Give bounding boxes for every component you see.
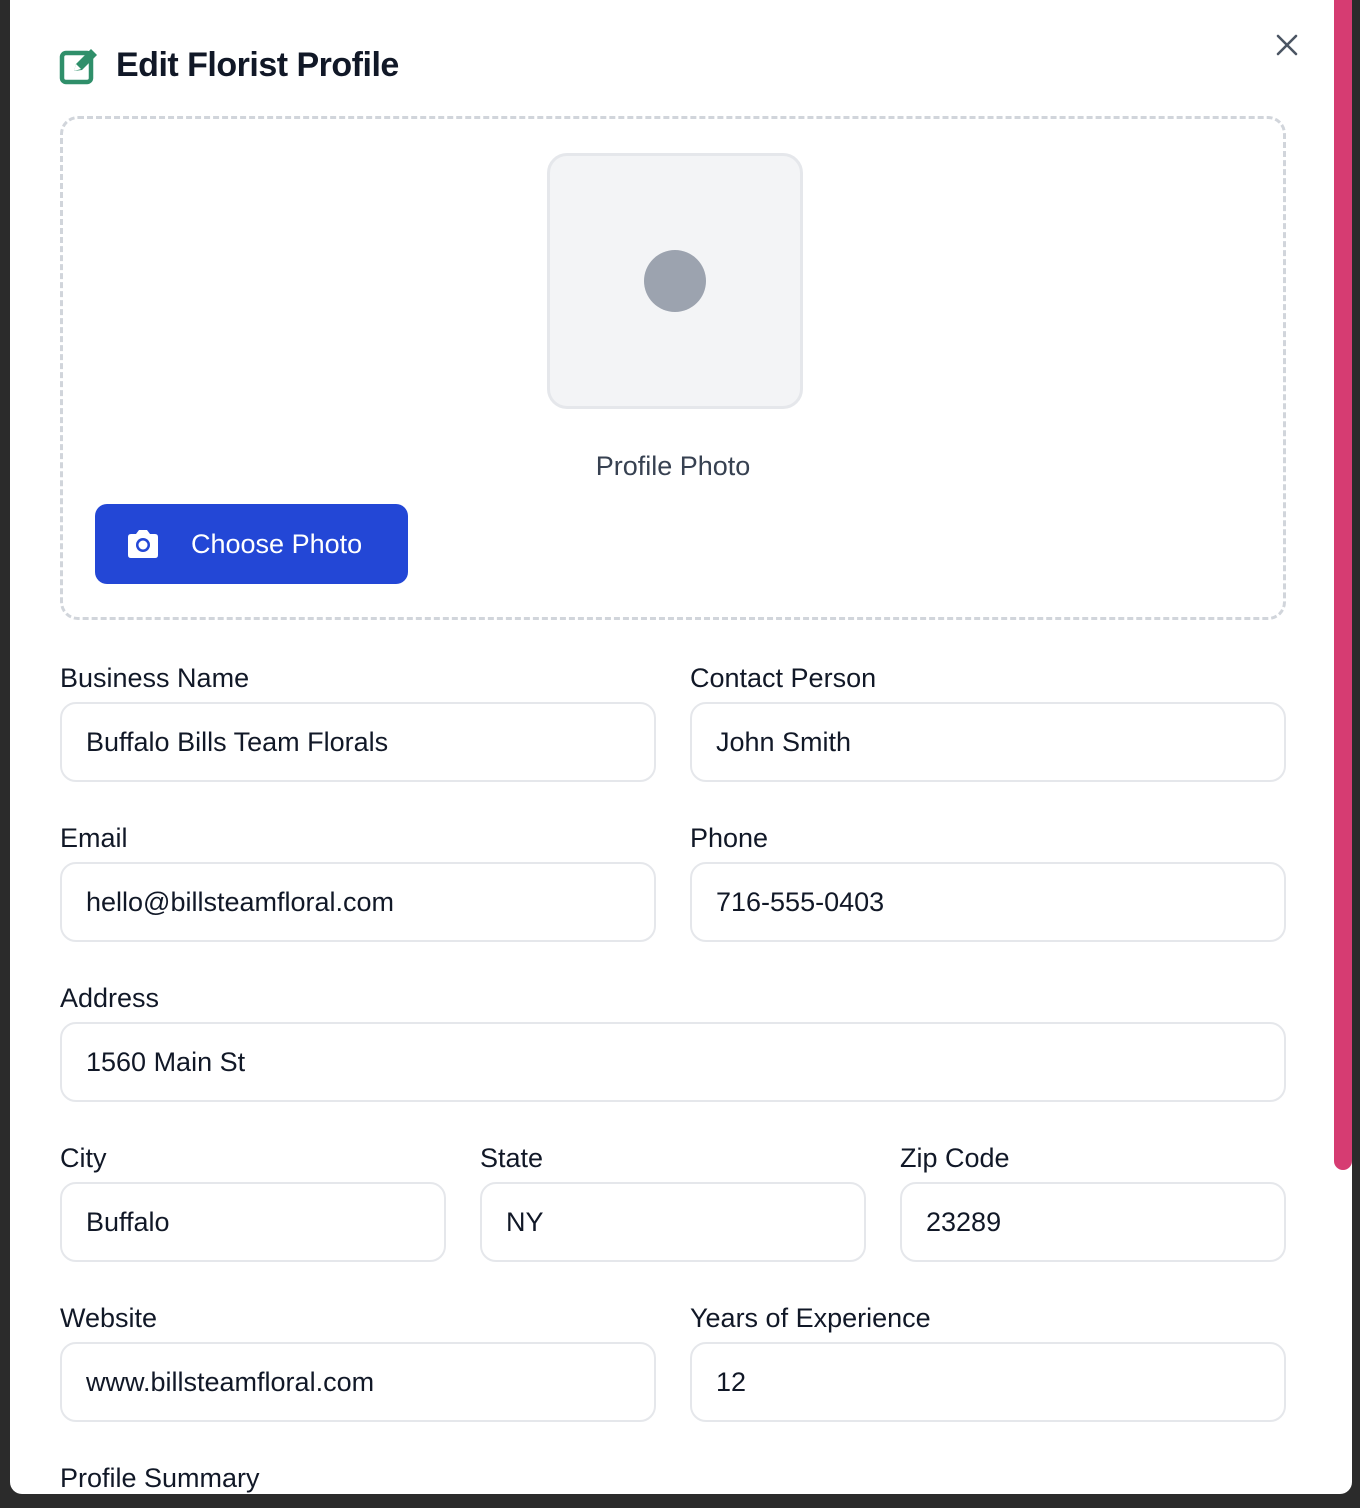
modal-header: Edit Florist Profile	[58, 40, 399, 90]
choose-photo-label: Choose Photo	[191, 528, 363, 559]
edit-profile-modal: Edit Florist Profile Profile Photo Choos…	[10, 0, 1352, 1494]
zip-code-field: Zip Code 23289	[900, 1138, 1286, 1262]
scrollbar-thumb[interactable]	[1334, 0, 1352, 1170]
city-input[interactable]: Buffalo	[60, 1182, 446, 1262]
email-input[interactable]: hello@billsteamfloral.com	[60, 862, 656, 942]
address-label: Address	[60, 983, 160, 1013]
avatar-placeholder-icon	[644, 250, 706, 312]
contact-person-input[interactable]: John Smith	[690, 702, 1286, 782]
profile-summary-field: Profile Summary	[60, 1458, 1286, 1494]
phone-input[interactable]: 716-555-0403	[690, 862, 1286, 942]
zip-code-input[interactable]: 23289	[900, 1182, 1286, 1262]
state-input[interactable]: NY	[480, 1182, 866, 1262]
address-field: Address 1560 Main St	[60, 978, 1286, 1102]
city-field: City Buffalo	[60, 1138, 446, 1262]
experience-label: Years of Experience	[690, 1303, 931, 1333]
contact-person-label: Contact Person	[690, 663, 877, 693]
address-input[interactable]: 1560 Main St	[60, 1022, 1286, 1102]
city-label: City	[60, 1143, 107, 1173]
camera-icon	[128, 530, 158, 558]
edit-icon	[59, 49, 97, 85]
business-name-field: Business Name Buffalo Bills Team Florals	[60, 658, 656, 782]
choose-photo-button[interactable]: Choose Photo	[95, 504, 408, 584]
website-field: Website www.billsteamfloral.com	[60, 1298, 656, 1422]
close-icon[interactable]	[1272, 30, 1302, 60]
state-field: State NY	[480, 1138, 866, 1262]
profile-summary-label: Profile Summary	[60, 1463, 260, 1493]
business-name-input[interactable]: Buffalo Bills Team Florals	[60, 702, 656, 782]
contact-person-field: Contact Person John Smith	[690, 658, 1286, 782]
website-input[interactable]: www.billsteamfloral.com	[60, 1342, 656, 1422]
business-name-label: Business Name	[60, 663, 250, 693]
email-label: Email	[60, 823, 128, 853]
zip-code-label: Zip Code	[900, 1143, 1010, 1173]
phone-field: Phone 716-555-0403	[690, 818, 1286, 942]
photo-upload-zone[interactable]: Profile Photo Choose Photo	[60, 116, 1286, 620]
profile-photo-label: Profile Photo	[595, 451, 751, 481]
phone-label: Phone	[690, 823, 769, 853]
profile-photo-placeholder	[547, 153, 803, 409]
email-field: Email hello@billsteamfloral.com	[60, 818, 656, 942]
modal-title: Edit Florist Profile	[116, 45, 399, 84]
experience-field: Years of Experience 12	[690, 1298, 1286, 1422]
experience-input[interactable]: 12	[690, 1342, 1286, 1422]
website-label: Website	[60, 1303, 158, 1333]
state-label: State	[480, 1143, 544, 1173]
